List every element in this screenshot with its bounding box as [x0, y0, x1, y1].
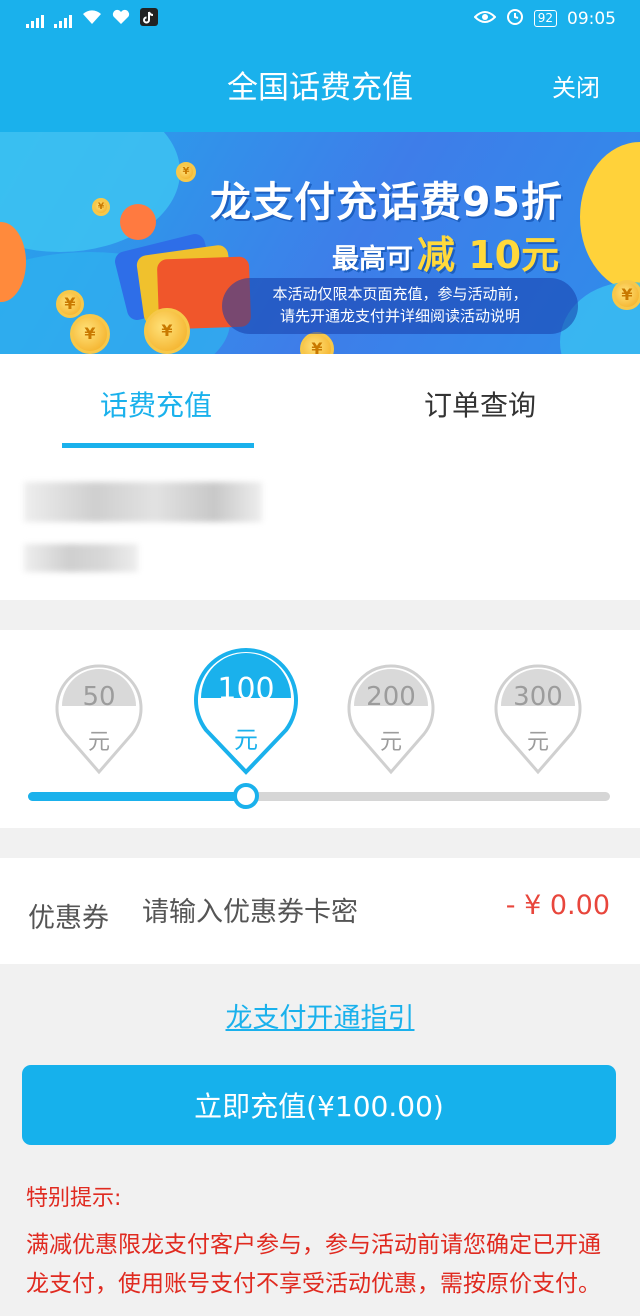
decor-blob: [120, 204, 156, 240]
decor-blob: [0, 132, 180, 252]
banner-note-line: 请先开通龙支付并详细阅读活动说明: [279, 307, 520, 325]
tab-bar: 话费充值 订单查询: [0, 354, 640, 454]
recharge-now-button[interactable]: 立即充值(¥100.00): [22, 1065, 616, 1145]
coin-image: ¥: [176, 162, 196, 182]
tips-title: 特别提示:: [26, 1186, 122, 1211]
banner-sub-prefix: 最高可: [332, 244, 413, 275]
coin-image: ¥: [300, 332, 334, 354]
banner-note: 本活动仅限本页面充值，参与活动前， 请先开通龙支付并详细阅读活动说明: [222, 278, 578, 334]
amount-value: 100: [217, 672, 275, 707]
amount-option-300[interactable]: 300 元: [493, 664, 583, 776]
amount-value: 200: [366, 682, 416, 712]
page-title: 全国话费充值: [227, 70, 413, 106]
coupon-code-input[interactable]: [142, 892, 442, 932]
coin-image: ¥: [70, 314, 110, 354]
coin-image: ¥: [612, 280, 640, 310]
tab-recharge[interactable]: 话费充值: [100, 384, 212, 424]
amount-unit: 元: [234, 726, 258, 754]
account-name-redacted: [24, 544, 138, 572]
decor-blob: [580, 142, 640, 292]
location-pin-icon: [55, 664, 143, 775]
amount-unit: 元: [379, 730, 402, 755]
amount-unit: 元: [526, 730, 549, 755]
pay-guide-link[interactable]: 龙支付开通指引: [0, 996, 640, 1035]
tips-body: 满减优惠限龙支付客户参与，参与活动前请您确定已开通龙支付，使用账号支付不享受活动…: [26, 1232, 601, 1297]
coupon-label: 优惠券: [28, 903, 109, 934]
amount-unit: 元: [87, 730, 110, 755]
active-tab-indicator: [62, 443, 254, 448]
tiktok-icon: [140, 8, 158, 31]
amount-value: 300: [513, 682, 563, 712]
amount-option-50[interactable]: 50 元: [54, 664, 144, 776]
wifi-icon: [82, 9, 102, 30]
coin-image: ¥: [144, 308, 190, 354]
clock-time: 09:05: [567, 8, 616, 29]
phone-number-redacted: [24, 482, 262, 522]
coin-image: ¥: [92, 198, 110, 216]
banner-note-line: 本活动仅限本页面充值，参与活动前，: [272, 285, 528, 303]
amount-slider-handle[interactable]: [233, 783, 260, 809]
banner-headline: 龙支付充话费95折: [210, 178, 564, 226]
status-left: [26, 8, 158, 31]
status-right: 92 09:05: [473, 7, 616, 30]
amount-selector: 50 元 100 元 200 元 300 元: [0, 630, 640, 828]
status-bar: 92 09:05: [0, 0, 640, 36]
banner-sub-highlight: 减 10元: [417, 233, 560, 277]
signal-icon: [54, 12, 72, 28]
app-header: 全国话费充值 关闭: [0, 36, 640, 132]
alarm-icon: [506, 7, 524, 30]
signal-icon: [26, 12, 44, 28]
location-pin-icon: [194, 648, 298, 775]
account-info: [0, 454, 640, 600]
amount-slider-track[interactable]: [28, 792, 610, 801]
coin-image: ¥: [56, 290, 84, 318]
tab-order-query[interactable]: 订单查询: [424, 384, 536, 424]
coupon-discount: - ¥ 0.00: [505, 890, 610, 921]
coupon-row: 优惠券 - ¥ 0.00: [0, 858, 640, 964]
amount-slider-fill: [28, 792, 247, 801]
eye-icon: [473, 9, 497, 29]
heart-icon: [112, 9, 130, 30]
promo-banner[interactable]: ¥ ¥ ¥ ¥ ¥ ¥ ¥ 龙支付充话费95折 最高可 减 10元 本活动仅限本…: [0, 132, 640, 354]
amount-option-200[interactable]: 200 元: [346, 664, 436, 776]
battery-icon: 92: [533, 10, 557, 27]
amount-option-100[interactable]: 100 元: [192, 648, 300, 776]
phone-screen: 92 09:05 全国话费充值 关闭 ¥ ¥ ¥ ¥ ¥ ¥ ¥ 龙支付充话费9…: [0, 0, 640, 1316]
location-pin-icon: [347, 664, 435, 775]
location-pin-icon: [494, 664, 582, 775]
amount-value: 50: [82, 682, 116, 712]
close-button[interactable]: 关闭: [552, 68, 600, 103]
banner-subline: 最高可 减 10元: [332, 224, 559, 279]
